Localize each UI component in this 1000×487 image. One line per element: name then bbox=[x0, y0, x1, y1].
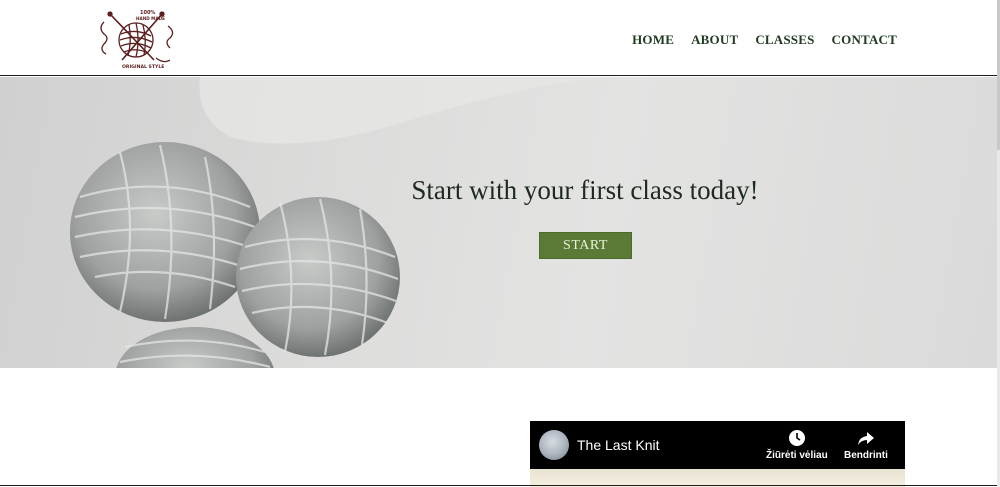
watch-later-label: Žiūrėti vėliau bbox=[766, 450, 828, 461]
channel-avatar[interactable] bbox=[539, 430, 569, 460]
nav-home[interactable]: HOME bbox=[632, 32, 674, 48]
divider bbox=[0, 485, 997, 486]
watch-later-button[interactable]: Žiūrėti vėliau bbox=[766, 429, 828, 461]
logo-line2-text: HAND MADE bbox=[136, 16, 165, 21]
yarn-logo-icon[interactable]: 100% HAND MADE ORIGINAL STYLE bbox=[96, 6, 180, 70]
logo-bottom-text: ORIGINAL STYLE bbox=[122, 64, 164, 70]
main-nav: HOME ABOUT CLASSES CONTACT bbox=[632, 32, 897, 48]
hero-title: Start with your first class today! bbox=[411, 175, 759, 205]
content-section: The Last Knit Žiūrėti vėliau Bendrinti bbox=[0, 368, 997, 487]
nav-about[interactable]: ABOUT bbox=[691, 32, 738, 48]
video-embed[interactable]: The Last Knit Žiūrėti vėliau Bendrinti bbox=[530, 421, 905, 487]
nav-classes[interactable]: CLASSES bbox=[755, 32, 814, 48]
share-label: Bendrinti bbox=[844, 450, 888, 461]
share-button[interactable]: Bendrinti bbox=[844, 429, 888, 461]
start-button[interactable]: START bbox=[539, 232, 632, 259]
yarn-balls-image bbox=[70, 77, 600, 368]
site-header: 100% HAND MADE ORIGINAL STYLE HOME ABOUT… bbox=[0, 0, 997, 76]
video-title[interactable]: The Last Knit bbox=[577, 437, 660, 453]
nav-contact[interactable]: CONTACT bbox=[832, 32, 897, 48]
hero-banner: Start with your first class today! START bbox=[0, 77, 997, 368]
share-arrow-icon bbox=[857, 432, 874, 445]
clock-icon bbox=[788, 430, 805, 446]
